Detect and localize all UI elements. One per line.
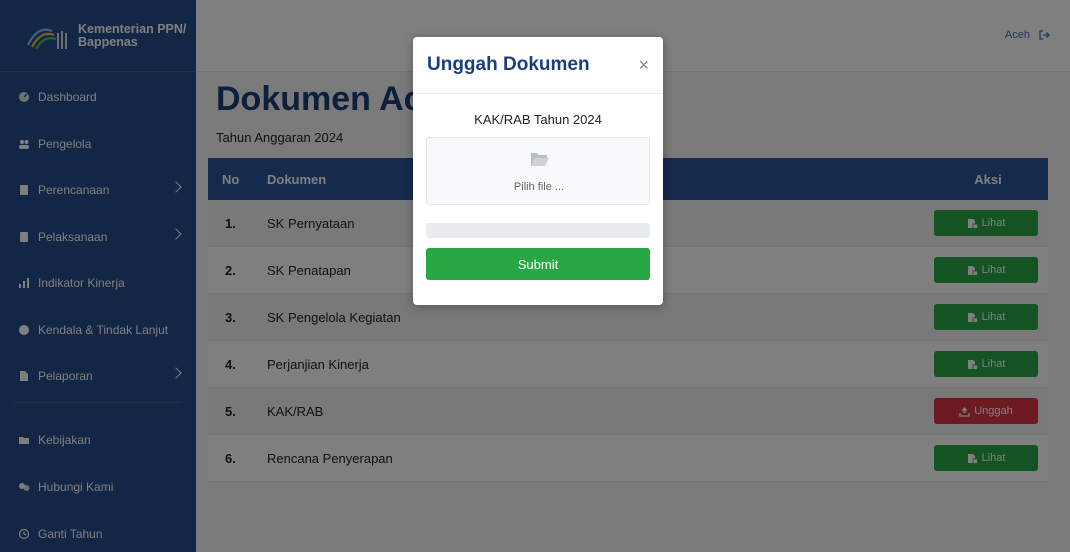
modal-title: Unggah Dokumen [427, 54, 590, 75]
file-picker-text: Pilih file ... [513, 181, 565, 193]
modal-header: Unggah Dokumen × [413, 37, 663, 94]
upload-modal: Unggah Dokumen × KAK/RAB Tahun 2024 Pili… [413, 37, 663, 305]
submit-button[interactable]: Submit [426, 248, 650, 280]
close-icon[interactable]: × [638, 55, 649, 76]
file-dropzone[interactable]: Pilih file ... [426, 137, 650, 205]
folder-open-icon [531, 153, 549, 166]
document-label: KAK/RAB Tahun 2024 [474, 112, 602, 127]
upload-progress-bar [426, 223, 650, 238]
